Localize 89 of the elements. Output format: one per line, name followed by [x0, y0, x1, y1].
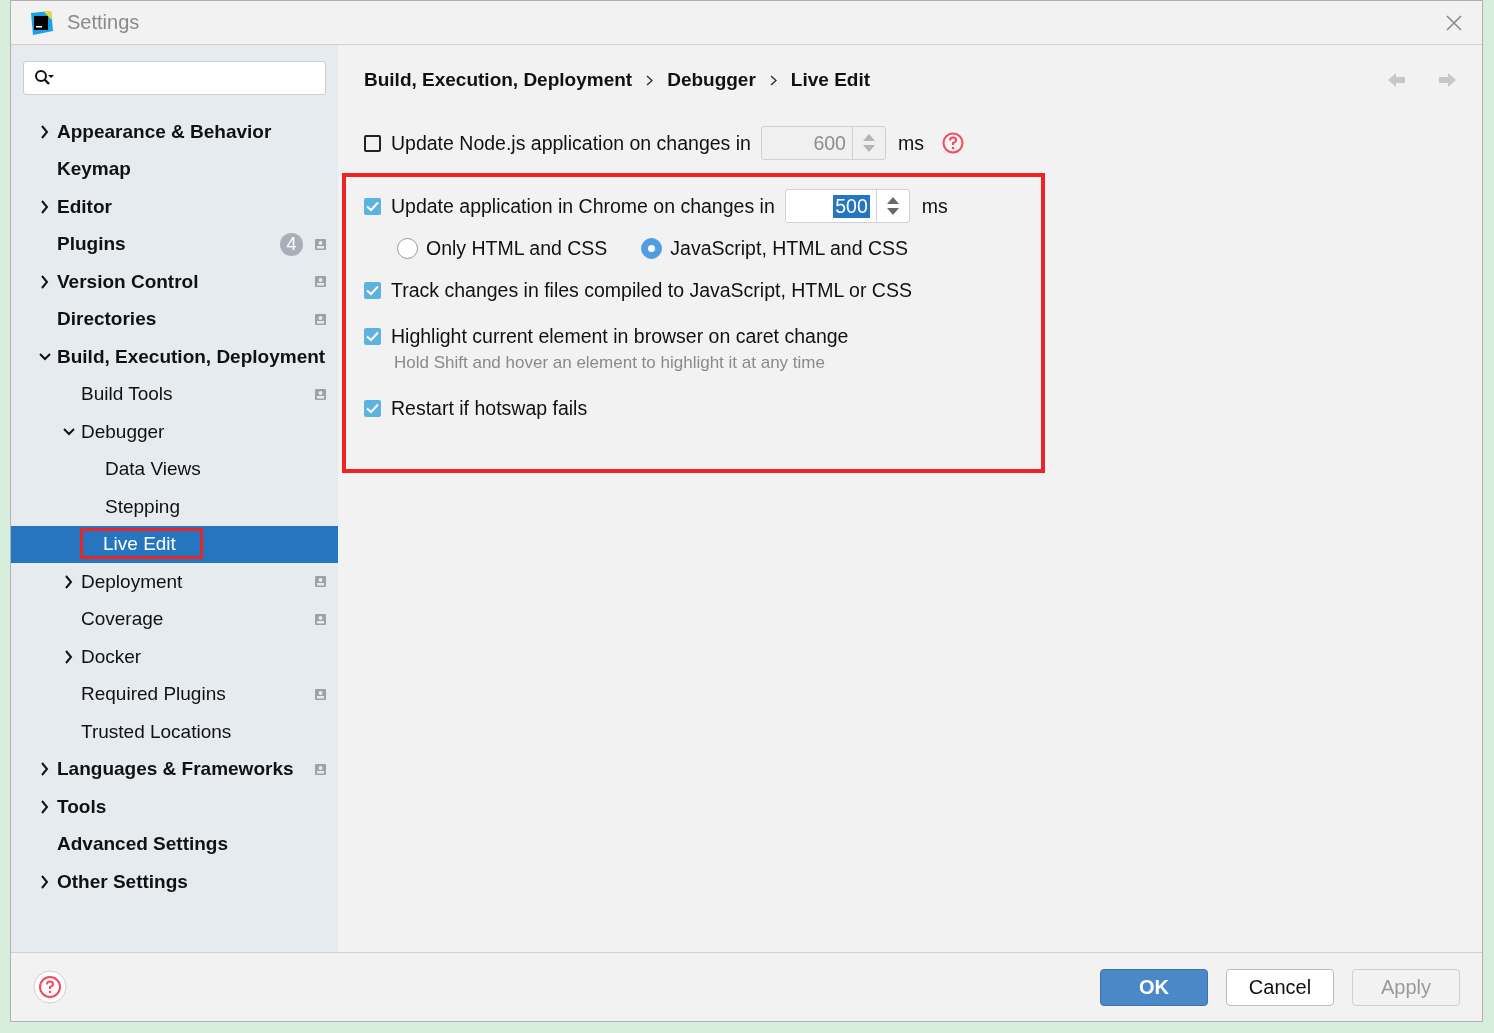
tree-item[interactable]: Other Settings [11, 863, 338, 901]
tree-item[interactable]: Advanced Settings [11, 825, 338, 863]
project-icon [315, 276, 326, 288]
chevron-icon[interactable] [39, 874, 51, 889]
radio-button[interactable] [641, 237, 663, 259]
chevron-icon [646, 74, 654, 86]
item-label: Tools [57, 795, 107, 817]
dialog-button[interactable]: Cancel [1226, 968, 1334, 1006]
number-spinner[interactable]: 500 [784, 189, 910, 223]
tree-item[interactable]: Data Views [11, 450, 338, 488]
checkbox[interactable] [364, 399, 381, 417]
chevron-icon[interactable] [39, 799, 51, 814]
project-icon [315, 576, 326, 588]
radio-label[interactable]: Only HTML and CSS [426, 236, 608, 260]
count-badge: 4 [280, 232, 303, 256]
item-label: Advanced Settings [57, 833, 229, 855]
tree-item[interactable]: Build Tools [11, 375, 338, 413]
item-label: Other Settings [57, 870, 188, 892]
tree-item[interactable]: Languages & Frameworks [11, 750, 338, 788]
chevron-icon[interactable] [63, 649, 75, 664]
help-icon[interactable] [33, 970, 67, 1004]
unit-label: ms [897, 131, 924, 155]
highlighted-label: Live Edit [83, 531, 200, 557]
item-label: Debugger [81, 420, 165, 442]
chevron-icon[interactable] [63, 574, 75, 589]
app-logo-icon [29, 10, 53, 35]
hint-text: Hold Shift and hover an element to highlight it at any time [394, 353, 825, 372]
tree-item[interactable]: Stepping [11, 488, 338, 526]
item-label: Coverage [81, 608, 164, 630]
item-label: Directories [57, 308, 157, 330]
window-title: Settings [67, 11, 141, 34]
radio-button[interactable] [397, 237, 418, 259]
tree-item[interactable]: Keymap [11, 150, 338, 188]
unit-label: ms [921, 194, 948, 218]
tree-item[interactable]: Plugins 4 [11, 225, 338, 263]
option-label: Restart if hotswap fails [391, 396, 588, 420]
tree-item[interactable]: Appearance & Behavior [11, 113, 338, 151]
project-icon [315, 763, 326, 775]
checkbox[interactable] [364, 327, 381, 345]
project-icon [315, 388, 326, 400]
item-label: Build Tools [81, 383, 173, 405]
breadcrumb-item[interactable]: Build, Execution, Deployment [364, 69, 633, 91]
tree-item[interactable]: Live Edit [11, 525, 338, 563]
option-label: Update Node.js application on changes in [391, 131, 751, 155]
option-label: Update application in Chrome on changes in [391, 194, 775, 218]
chevron-icon [769, 74, 777, 86]
option-label: Track changes in files compiled to JavaScript, HTML or CSS [391, 278, 912, 302]
chevron-icon[interactable] [39, 124, 51, 139]
item-label: Build, Execution, Deployment [57, 345, 326, 367]
search-icon [34, 69, 54, 87]
tree-item[interactable]: Docker [11, 638, 338, 676]
radio-label[interactable]: JavaScript, HTML and CSS [670, 236, 909, 260]
tree-item[interactable]: Trusted Locations [11, 713, 338, 751]
item-label: Version Control [57, 270, 199, 292]
tree-item[interactable]: Directories [11, 300, 338, 338]
tree-item[interactable]: Coverage [11, 600, 338, 638]
tree-item[interactable]: Version Control [11, 263, 338, 301]
tree-item[interactable]: Build, Execution, Deployment [11, 338, 338, 376]
item-label: Appearance & Behavior [57, 120, 272, 142]
tree-item[interactable]: Deployment [11, 563, 338, 601]
item-label: Editor [57, 195, 112, 217]
project-icon [315, 688, 326, 700]
project-icon [315, 238, 326, 250]
item-label: Docker [81, 645, 142, 667]
breadcrumb-item[interactable]: Live Edit [790, 69, 871, 91]
project-icon [315, 613, 326, 625]
chevron-icon[interactable] [39, 274, 51, 289]
item-label: Plugins [57, 233, 126, 255]
item-label: Stepping [105, 495, 180, 517]
checkbox[interactable] [364, 281, 381, 299]
ok-button[interactable]: OK [1100, 968, 1208, 1006]
tree-item[interactable]: Tools [11, 788, 338, 826]
checkbox[interactable] [364, 197, 381, 215]
item-label: Trusted Locations [81, 720, 232, 742]
tree-item[interactable]: Editor [11, 188, 338, 226]
item-label: Deployment [81, 570, 183, 592]
chevron-icon[interactable] [39, 199, 51, 214]
item-label: Required Plugins [81, 683, 226, 705]
search-field[interactable] [23, 61, 326, 95]
item-label: Data Views [105, 458, 201, 480]
option-label: Highlight current element in browser on caret change [391, 324, 849, 348]
tree-item[interactable]: Required Plugins [11, 675, 338, 713]
item-label: Keymap [57, 158, 131, 180]
project-icon [315, 313, 326, 325]
breadcrumb-item[interactable]: Debugger [667, 69, 756, 91]
close-icon[interactable] [1446, 14, 1462, 31]
tree-item[interactable]: Debugger [11, 413, 338, 451]
chevron-icon[interactable] [39, 762, 51, 777]
item-label: Languages & Frameworks [57, 758, 294, 780]
